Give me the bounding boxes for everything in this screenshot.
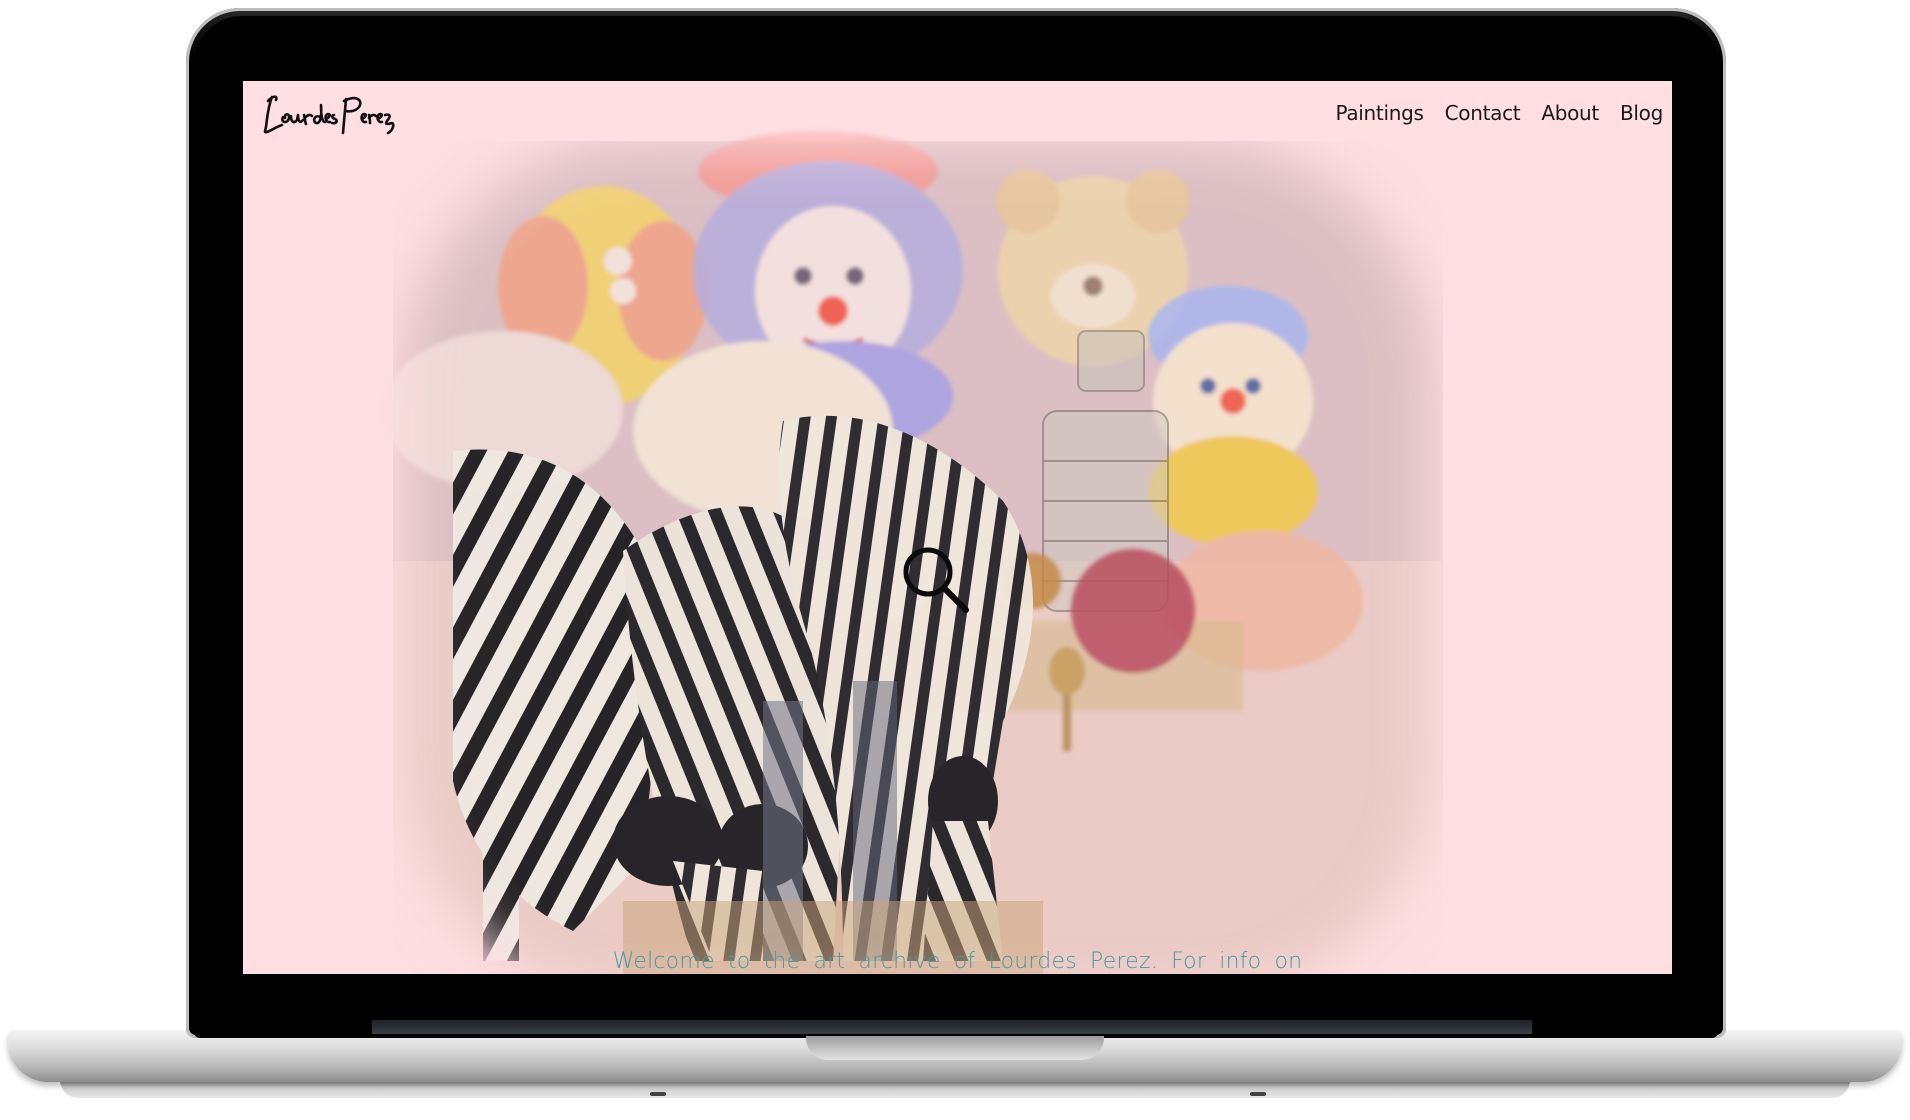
nav-link-contact[interactable]: Contact [1445,101,1521,125]
laptop-foot [1250,1092,1266,1096]
main-navigation: Paintings Contact About Blog [1335,101,1663,125]
nav-link-blog[interactable]: Blog [1620,101,1663,125]
magnifier-icon[interactable] [898,542,974,618]
laptop-hinge [372,1020,1532,1034]
website-screen: Paintings Contact About Blog Welcome to … [243,81,1672,974]
hero-artwork-collage [383,131,1443,974]
laptop-notch [806,1036,1104,1060]
nav-link-about[interactable]: About [1541,101,1599,125]
signature-logo[interactable] [258,87,398,139]
laptop-mockup: Paintings Contact About Blog Welcome to … [0,0,1910,1120]
welcome-text: Welcome to the art archive of Lourdes Pe… [612,949,1303,974]
site-header: Paintings Contact About Blog [243,81,1672,151]
laptop-foot [650,1092,666,1096]
nav-link-paintings[interactable]: Paintings [1335,101,1423,125]
laptop-base-bottom [60,1080,1850,1098]
